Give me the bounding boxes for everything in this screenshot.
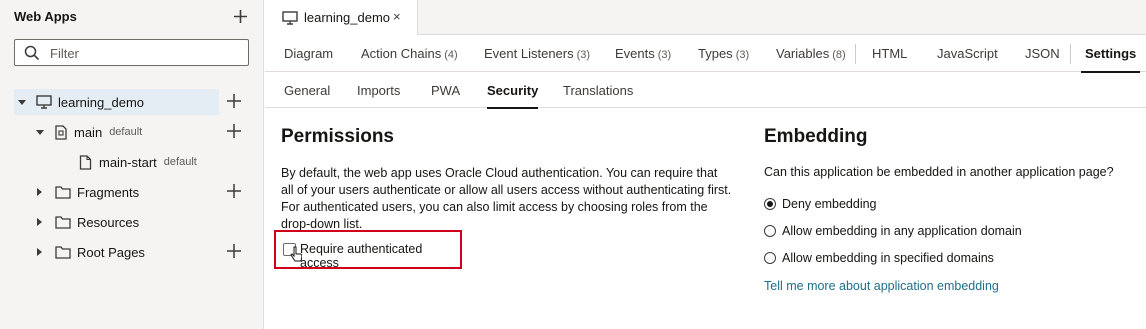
radio-allow-specified-domains[interactable]: Allow embedding in specified domains <box>764 249 994 267</box>
subtab-general[interactable]: General <box>284 73 330 108</box>
sidebar-title: Web Apps <box>14 9 77 24</box>
tab-action-chains[interactable]: Action Chains (4) <box>361 36 458 72</box>
page-icon <box>79 154 92 170</box>
highlight-box: Require authenticated access <box>274 230 462 270</box>
add-icon[interactable] <box>227 184 241 198</box>
subtab-translations[interactable]: Translations <box>563 73 633 108</box>
embedding-help-link[interactable]: Tell me more about application embedding <box>764 279 999 293</box>
tree-item-resources[interactable]: Resources <box>37 209 139 235</box>
flow-icon <box>55 124 67 140</box>
tree-item-sublabel: default <box>109 126 143 138</box>
radio-button-selected[interactable] <box>764 198 776 210</box>
tab-settings[interactable]: Settings <box>1080 36 1141 73</box>
radio-allow-any-domain[interactable]: Allow embedding in any application domai… <box>764 222 1022 240</box>
require-auth-label[interactable]: Require authenticated access <box>300 242 460 270</box>
editor-tabs: Diagram Action Chains (4) Event Listeners… <box>265 36 1146 73</box>
radio-label: Deny embedding <box>782 197 877 211</box>
subtab-pwa[interactable]: PWA <box>431 73 460 108</box>
tab-diagram[interactable]: Diagram <box>284 36 333 72</box>
tree-item-sublabel: default <box>163 156 197 168</box>
folder-icon <box>55 186 71 199</box>
tree-item-label: Resources <box>77 214 140 230</box>
tab-html[interactable]: HTML <box>872 36 907 72</box>
sidebar: Web Apps learning_demo main default main… <box>0 0 264 329</box>
tab-types[interactable]: Types (3) <box>698 36 749 72</box>
permissions-heading: Permissions <box>281 126 394 147</box>
subtab-security[interactable]: Security <box>487 73 539 109</box>
tree-item-root-pages[interactable]: Root Pages <box>37 239 145 265</box>
search-icon <box>24 45 40 61</box>
filter-input[interactable] <box>50 44 240 62</box>
caret-right-icon[interactable] <box>37 248 42 256</box>
file-tab-learning-demo[interactable]: learning_demo × <box>265 0 418 35</box>
web-app-icon <box>36 95 52 109</box>
permissions-description: By default, the web app uses Oracle Clou… <box>281 166 732 231</box>
tab-divider <box>1070 44 1071 64</box>
close-icon[interactable]: × <box>393 9 401 24</box>
radio-button[interactable] <box>764 225 776 237</box>
file-tab-bar: learning_demo × <box>265 0 1146 35</box>
radio-label: Allow embedding in specified domains <box>782 251 994 265</box>
tree-item-label: Fragments <box>77 184 140 200</box>
embedding-question: Can this application be embedded in anot… <box>764 165 1114 179</box>
pointer-cursor-icon <box>290 246 302 262</box>
tree-item-main-start[interactable]: main-start default <box>79 149 197 175</box>
web-app-icon <box>282 10 298 25</box>
caret-right-icon[interactable] <box>37 188 42 196</box>
tree-item-main[interactable]: main default <box>36 119 142 145</box>
tree-item-learning-demo[interactable]: learning_demo <box>14 89 219 115</box>
filter-search[interactable] <box>14 39 249 66</box>
add-icon[interactable] <box>227 94 241 108</box>
radio-deny-embedding[interactable]: Deny embedding <box>764 195 877 213</box>
main-panel: learning_demo × Diagram Action Chains (4)… <box>265 0 1146 329</box>
tree-item-label: Root Pages <box>77 244 145 260</box>
tree-item-label: main-start <box>99 154 157 170</box>
subtab-imports[interactable]: Imports <box>357 73 400 108</box>
tree-item-label: learning_demo <box>58 94 145 110</box>
embedding-heading: Embedding <box>764 126 868 147</box>
folder-icon <box>55 216 71 229</box>
file-tab-label: learning_demo <box>304 10 391 25</box>
radio-label: Allow embedding in any application domai… <box>782 224 1022 238</box>
tab-javascript[interactable]: JavaScript <box>937 36 998 72</box>
caret-down-icon[interactable] <box>18 99 26 105</box>
caret-right-icon[interactable] <box>37 218 42 226</box>
tree-item-fragments[interactable]: Fragments <box>37 179 139 205</box>
tab-event-listeners[interactable]: Event Listeners (3) <box>484 36 590 72</box>
add-web-app-icon[interactable] <box>233 9 248 24</box>
radio-button[interactable] <box>764 252 776 264</box>
tab-variables[interactable]: Variables (8) <box>776 36 846 72</box>
add-icon[interactable] <box>227 244 241 258</box>
tree-item-label: main <box>74 124 103 140</box>
tab-json[interactable]: JSON <box>1025 36 1060 72</box>
add-icon[interactable] <box>227 124 241 138</box>
tab-divider <box>855 44 856 64</box>
tab-events[interactable]: Events (3) <box>615 36 671 72</box>
caret-down-icon[interactable] <box>36 129 44 135</box>
settings-subtabs: General Imports PWA Security Translation… <box>265 73 1146 109</box>
folder-icon <box>55 246 71 259</box>
